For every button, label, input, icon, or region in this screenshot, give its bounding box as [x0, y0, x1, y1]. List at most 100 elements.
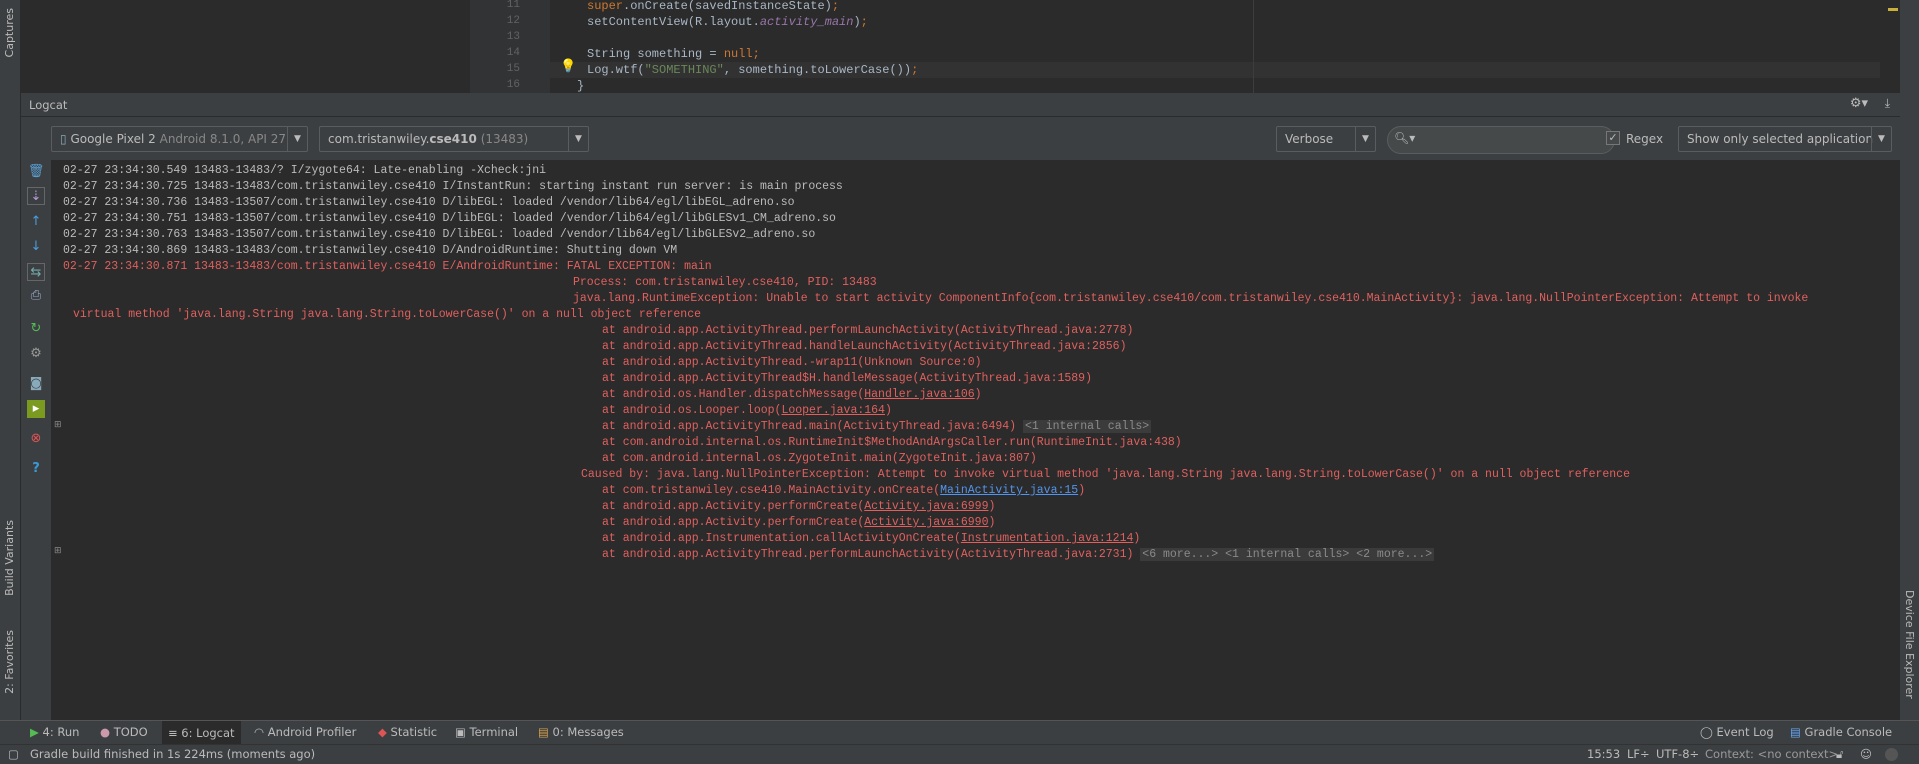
- gradle-console-tab[interactable]: ▤ Gradle Console: [1790, 725, 1892, 739]
- android-profiler-tab[interactable]: ◠ Android Profiler: [254, 725, 356, 739]
- log-line[interactable]: 02-27 23:34:30.736 13483-13507/com.trist…: [63, 195, 1808, 211]
- device-dropdown[interactable]: ▯ Google Pixel 2 Android 8.1.0, API 27 ▼: [51, 126, 308, 152]
- status-toggle-icon[interactable]: ▢: [8, 745, 19, 764]
- up-arrow-icon[interactable]: ↑: [27, 213, 45, 231]
- statistic-tab[interactable]: ◆ Statistic: [378, 725, 437, 739]
- log-text: at android.app.Activity.performCreate(: [602, 500, 865, 513]
- build-variants-tab[interactable]: Build Variants: [3, 520, 16, 596]
- favorites-tab[interactable]: 2: Favorites: [3, 630, 16, 694]
- settings-gear-icon[interactable]: ⚙▾: [1850, 96, 1868, 111]
- clear-logcat-trash-icon[interactable]: 🗑︎: [27, 163, 45, 181]
- caret-position[interactable]: 15:53: [1587, 745, 1620, 764]
- lock-icon[interactable]: 🔓︎: [1836, 745, 1843, 764]
- log-line[interactable]: 02-27 23:34:30.869 13483-13483/com.trist…: [63, 243, 1808, 259]
- log-line-error[interactable]: at android.os.Handler.dispatchMessage(Ha…: [63, 387, 1808, 403]
- process-dropdown[interactable]: com.tristanwiley.cse410 (13483) ▼: [319, 126, 589, 152]
- log-line-error[interactable]: at com.tristanwiley.cse410.MainActivity.…: [63, 483, 1808, 499]
- log-line-error[interactable]: at android.app.ActivityThread.performLau…: [63, 547, 1808, 563]
- log-line-error[interactable]: at android.app.Activity.performCreate(Ac…: [63, 515, 1808, 531]
- source-link[interactable]: Instrumentation.java:1214: [961, 532, 1134, 545]
- source-link[interactable]: Activity.java:6999: [864, 500, 988, 513]
- folded-calls[interactable]: <1 internal calls>: [1022, 420, 1152, 433]
- code-line[interactable]: }: [577, 79, 584, 93]
- log-line-error[interactable]: at android.os.Looper.loop(Looper.java:16…: [63, 403, 1808, 419]
- log-line-error[interactable]: at android.app.ActivityThread.main(Activ…: [63, 419, 1808, 435]
- event-log-label: Event Log: [1716, 725, 1774, 739]
- log-line[interactable]: 02-27 23:34:30.725 13483-13483/com.trist…: [63, 179, 1808, 195]
- code-line[interactable]: String something = null;: [587, 47, 760, 61]
- device-file-explorer-tab[interactable]: Device File Explorer: [1903, 590, 1916, 699]
- logcat-output[interactable]: 🗑︎ ⇣ ↑ ↓ ⇆ ⎙ ↻ ⚙ ◙ ▸ ⊗ ? ⊞ ⊞ 02-27 23:34…: [21, 160, 1900, 720]
- logcat-tab[interactable]: ≡ 6: Logcat: [162, 721, 241, 745]
- print-icon[interactable]: ⎙: [27, 287, 45, 305]
- file-encoding[interactable]: UTF-8÷: [1656, 745, 1699, 764]
- device-file-explorer-label: Device File Explorer: [1903, 590, 1916, 699]
- gradle-console-label: Gradle Console: [1804, 725, 1893, 739]
- source-link[interactable]: MainActivity.java:15: [940, 484, 1078, 497]
- log-line-error[interactable]: at android.app.ActivityThread$H.handleMe…: [63, 371, 1808, 387]
- soft-wrap-icon[interactable]: ⇆: [27, 263, 45, 281]
- event-log-tab[interactable]: ◯ Event Log: [1700, 725, 1774, 739]
- down-arrow-icon[interactable]: ↓: [27, 238, 45, 256]
- logcat-header: Logcat ⚙▾ ⤓: [21, 93, 1900, 117]
- log-line-error[interactable]: at android.app.Instrumentation.callActiv…: [63, 531, 1808, 547]
- restart-icon[interactable]: ↻: [27, 320, 45, 338]
- source-link[interactable]: Looper.java:164: [781, 404, 885, 417]
- line-separator[interactable]: LF÷: [1627, 745, 1650, 764]
- filter-dropdown[interactable]: Show only selected application ▼: [1678, 126, 1892, 152]
- source-link[interactable]: Activity.java:6990: [864, 516, 988, 529]
- chevron-down-icon: ▼: [568, 127, 588, 151]
- log-line-error[interactable]: at com.android.internal.os.RuntimeInit$M…: [63, 435, 1808, 451]
- code-line[interactable]: super.onCreate(savedInstanceState);: [587, 0, 839, 13]
- scroll-to-end-icon[interactable]: ⇣: [27, 187, 45, 205]
- todo-icon: ●: [100, 725, 111, 739]
- chevron-down-icon: ▼: [1355, 127, 1375, 151]
- log-line-error[interactable]: at android.app.ActivityThread.performLau…: [63, 323, 1808, 339]
- log-line-error[interactable]: at android.app.ActivityThread.-wrap11(Un…: [63, 355, 1808, 371]
- screen-record-icon[interactable]: ▸: [27, 400, 45, 418]
- log-line-error[interactable]: Caused by: java.lang.NullPointerExceptio…: [63, 467, 1808, 483]
- editor-warning-marker[interactable]: [1888, 8, 1898, 11]
- folded-calls[interactable]: <6 more...> <1 internal calls> <2 more..…: [1140, 548, 1435, 561]
- terminal-tab[interactable]: ▣ Terminal: [455, 725, 518, 739]
- fold-expand-icon[interactable]: ⊞: [54, 546, 62, 556]
- hide-panel-icon[interactable]: ⤓: [1885, 96, 1890, 111]
- log-line[interactable]: 02-27 23:34:30.763 13483-13507/com.trist…: [63, 227, 1808, 243]
- help-icon[interactable]: ?: [27, 460, 45, 478]
- log-level-dropdown[interactable]: Verbose ▼: [1276, 126, 1376, 152]
- source-link[interactable]: Handler.java:106: [864, 388, 974, 401]
- log-line[interactable]: 02-27 23:34:30.751 13483-13507/com.trist…: [63, 211, 1808, 227]
- terminate-icon[interactable]: ⊗: [27, 430, 45, 448]
- status-message[interactable]: Gradle build finished in 1s 224ms (momen…: [30, 745, 315, 764]
- code-line[interactable]: Log.wtf("SOMETHING", something.toLowerCa…: [587, 63, 918, 77]
- log-line[interactable]: 02-27 23:34:30.549 13483-13483/? I/zygot…: [63, 163, 1808, 179]
- code-line[interactable]: setContentView(R.layout.activity_main);: [587, 15, 868, 29]
- log-line-error[interactable]: 02-27 23:34:30.871 13483-13483/com.trist…: [63, 259, 1808, 275]
- log-line-error[interactable]: Process: com.tristanwiley.cse410, PID: 1…: [63, 275, 1808, 291]
- regex-checkbox[interactable]: ✓: [1606, 131, 1620, 145]
- phone-icon: ▯: [60, 132, 67, 146]
- inspector-icon[interactable]: ☺: [1860, 745, 1872, 764]
- captures-tab[interactable]: Captures: [3, 8, 16, 57]
- log-line-error[interactable]: java.lang.RuntimeException: Unable to st…: [63, 291, 1808, 307]
- lightbulb-icon[interactable]: 💡: [560, 59, 576, 74]
- process-prefix: com.tristanwiley.: [328, 132, 430, 146]
- fold-expand-icon[interactable]: ⊞: [54, 420, 62, 430]
- todo-tab[interactable]: ● TODO: [100, 725, 148, 739]
- logcat-side-toolbar: 🗑︎ ⇣ ↑ ↓ ⇆ ⎙ ↻ ⚙ ◙ ▸ ⊗ ?: [21, 160, 51, 720]
- log-line-error[interactable]: at android.app.ActivityThread.handleLaun…: [63, 339, 1808, 355]
- log-line-error[interactable]: virtual method 'java.lang.String java.la…: [63, 307, 1808, 323]
- code-editor[interactable]: [21, 0, 1900, 93]
- log-search-input[interactable]: 🔍︎▾: [1387, 126, 1615, 154]
- device-name: Google Pixel 2: [70, 132, 156, 146]
- log-line-error[interactable]: at com.android.internal.os.ZygoteInit.ma…: [63, 451, 1808, 467]
- messages-tab[interactable]: ▤ 0: Messages: [538, 725, 624, 739]
- settings-icon[interactable]: ⚙: [27, 345, 45, 363]
- left-tool-strip: Captures Build Variants 2: Favorites: [0, 0, 21, 744]
- log-level-value: Verbose: [1285, 132, 1334, 146]
- screen-capture-icon[interactable]: ◙: [27, 375, 45, 393]
- run-tab[interactable]: ▶ 4: Run: [30, 725, 79, 739]
- statistic-label: Statistic: [390, 725, 438, 739]
- log-line-error[interactable]: at android.app.Activity.performCreate(Ac…: [63, 499, 1808, 515]
- context-indicator[interactable]: Context: <no context>: [1705, 745, 1838, 764]
